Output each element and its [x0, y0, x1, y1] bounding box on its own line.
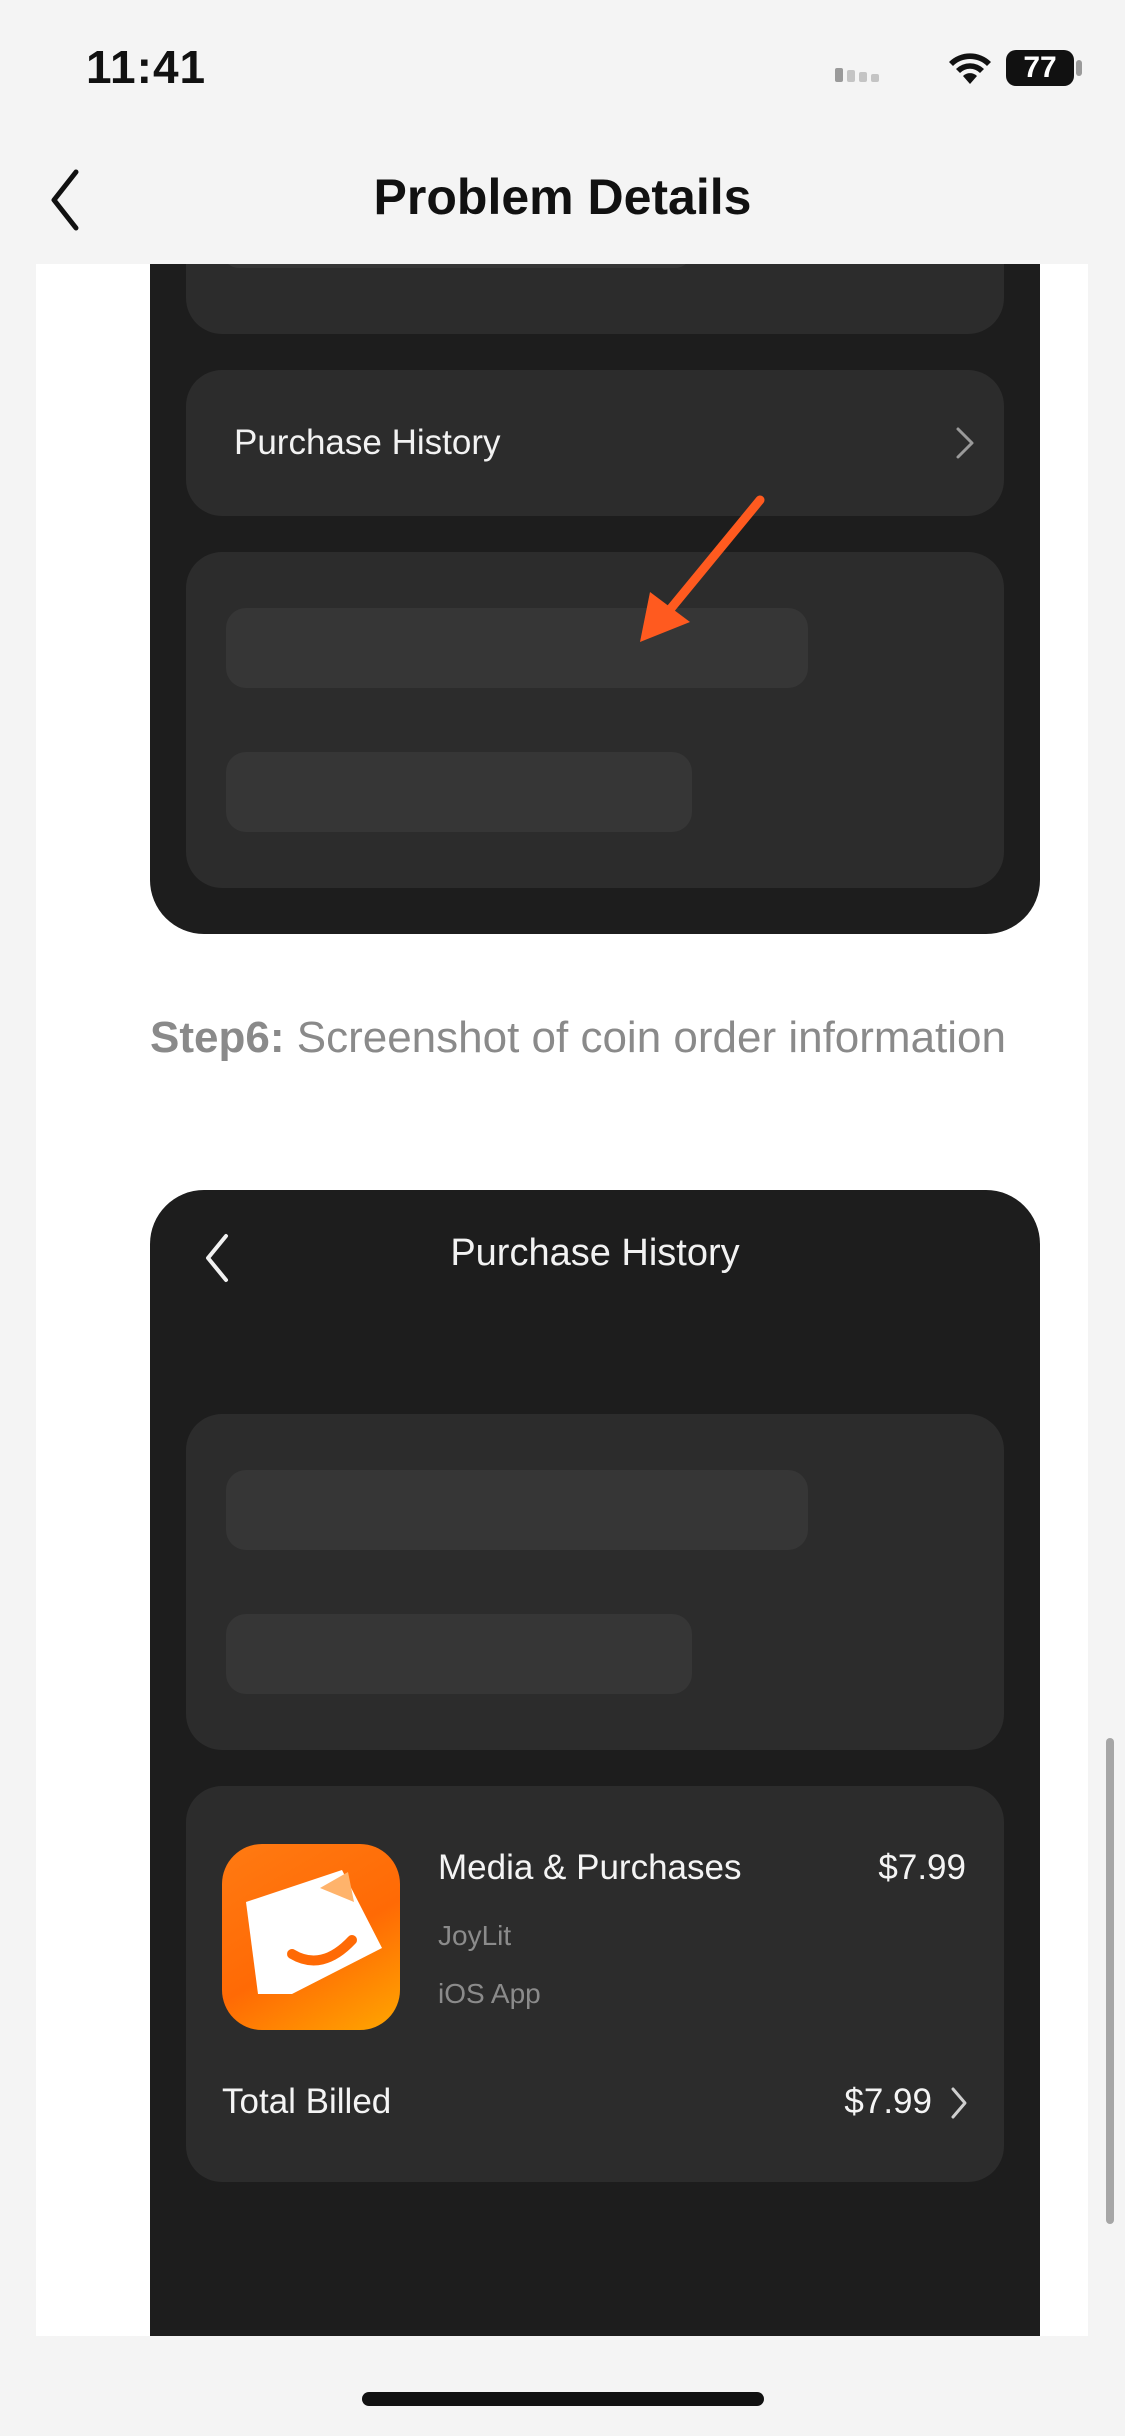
battery-cap-icon	[1076, 60, 1082, 76]
joylit-app-icon	[222, 1844, 400, 2030]
skeleton-bar	[226, 1470, 808, 1550]
skeleton-bar	[222, 264, 692, 268]
battery-level: 77	[1023, 51, 1057, 84]
purchase-history-label: Purchase History	[234, 423, 501, 462]
chevron-right-icon	[951, 2087, 967, 2119]
book-smile-icon	[246, 1870, 382, 1994]
scrollbar[interactable]	[1106, 1738, 1114, 2224]
step6-text: Screenshot of coin order information	[296, 1013, 1006, 1062]
mock-card-placeholder	[186, 1414, 1004, 1750]
item-title: Media & Purchases	[438, 1848, 742, 1887]
step5-screenshot: Purchase History	[150, 264, 1040, 934]
skeleton-bar	[226, 752, 692, 832]
mock-card-top	[186, 264, 1004, 334]
item-platform: iOS App	[438, 1978, 541, 2009]
item-app-name: JoyLit	[438, 1920, 512, 1951]
mock-purchase-history-row: Purchase History	[186, 370, 1004, 516]
mock-page-title: Purchase History	[450, 1232, 740, 1274]
navigation-bar: Problem Details	[0, 140, 1125, 260]
wifi-icon	[949, 53, 991, 84]
chevron-right-icon	[956, 427, 974, 459]
total-billed-label: Total Billed	[222, 2082, 392, 2121]
step6-screenshot: Purchase History Media & Purchases $7.99…	[150, 1190, 1040, 2336]
step6-label: Step6:	[150, 1013, 285, 1062]
page-title: Problem Details	[373, 169, 752, 225]
skeleton-bar	[226, 1614, 692, 1694]
purchase-item-card: Media & Purchases $7.99 JoyLit iOS App T…	[186, 1786, 1004, 2182]
content-area: Purchase History Step6: Screenshot of co…	[36, 264, 1088, 2336]
arrow-pointer-icon	[640, 495, 765, 642]
mock-card-placeholder	[186, 552, 1004, 888]
item-price: $7.99	[878, 1848, 966, 1887]
status-bar: 11:41 77	[0, 0, 1125, 130]
battery-icon: 77	[1006, 50, 1074, 86]
step6-instruction: Step6: Screenshot of coin order informat…	[150, 1008, 1050, 1068]
status-time: 11:41	[86, 41, 207, 93]
home-indicator[interactable]	[362, 2392, 764, 2406]
total-billed-value: $7.99	[844, 2082, 932, 2121]
